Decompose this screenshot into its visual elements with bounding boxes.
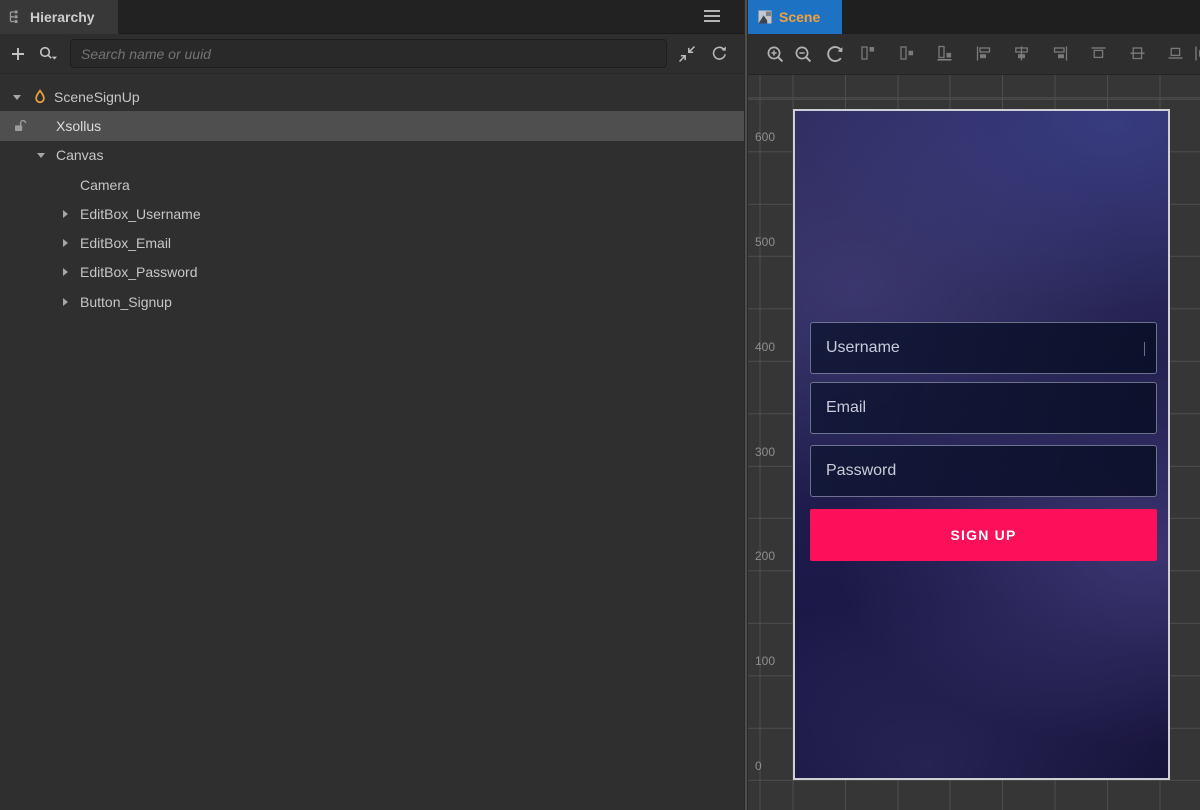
tree-node-editbox_username[interactable]: EditBox_Username bbox=[0, 199, 744, 228]
tree-node-xsollus[interactable]: Xsollus bbox=[0, 111, 744, 140]
expand-arrow-icon[interactable] bbox=[60, 207, 80, 221]
zoom-in-icon[interactable] bbox=[766, 45, 785, 69]
ruler-label-200: 200 bbox=[755, 549, 775, 563]
align-bottom-icon[interactable] bbox=[936, 45, 953, 67]
tree-node-label: EditBox_Username bbox=[80, 206, 201, 222]
align-vcenter-icon[interactable] bbox=[898, 45, 915, 67]
add-node-icon[interactable] bbox=[6, 46, 30, 62]
hierarchy-tab-label: Hierarchy bbox=[30, 9, 95, 25]
password-placeholder-text: Password bbox=[826, 462, 896, 480]
editbox-password[interactable]: Password bbox=[810, 445, 1157, 497]
tree-node-button_signup[interactable]: Button_Signup bbox=[0, 287, 744, 316]
tree-node-label: Canvas bbox=[56, 147, 103, 163]
tree-node-label: EditBox_Email bbox=[80, 235, 171, 251]
email-placeholder-text: Email bbox=[826, 399, 866, 417]
expand-arrow-icon[interactable] bbox=[60, 236, 80, 250]
collapse-all-icon[interactable] bbox=[674, 45, 700, 63]
signup-button[interactable]: SIGN UP bbox=[810, 509, 1157, 561]
expand-arrow-icon[interactable] bbox=[60, 295, 80, 309]
ruler-label-500: 500 bbox=[755, 235, 775, 249]
align-right-icon[interactable] bbox=[1052, 45, 1069, 67]
distribute-vcenter-icon[interactable] bbox=[1129, 45, 1146, 67]
expand-arrow-icon[interactable] bbox=[60, 265, 80, 279]
scene-viewport[interactable]: 600 500 400 300 200 100 0 Username Email Passw… bbox=[748, 75, 1200, 810]
expand-arrow-icon[interactable] bbox=[12, 90, 32, 104]
distribute-top-icon[interactable] bbox=[1090, 45, 1107, 67]
align-hcenter-icon[interactable] bbox=[1013, 45, 1030, 67]
arrow-spacer bbox=[36, 119, 56, 133]
tree-node-editbox_email[interactable]: EditBox_Email bbox=[0, 228, 744, 257]
tree-node-label: SceneSignUp bbox=[54, 89, 140, 105]
editor-window: Hierarchy SceneSignUp Xsollus Canvas Camera… bbox=[0, 0, 1200, 810]
username-placeholder-text: Username bbox=[826, 339, 900, 357]
hierarchy-search-row bbox=[0, 34, 744, 74]
design-canvas[interactable]: Username Email Password SIGN UP bbox=[793, 109, 1170, 780]
scene-image-icon bbox=[758, 10, 772, 24]
text-caret bbox=[1144, 342, 1146, 356]
search-filter-icon[interactable] bbox=[34, 45, 62, 62]
tree-node-label: Button_Signup bbox=[80, 294, 172, 310]
tree-node-label: Camera bbox=[80, 177, 130, 193]
ruler-label-400: 400 bbox=[755, 340, 775, 354]
tree-node-camera[interactable]: Camera bbox=[0, 170, 744, 199]
hierarchy-tree-icon bbox=[8, 10, 23, 24]
tab-hierarchy[interactable]: Hierarchy bbox=[0, 0, 118, 34]
ruler-label-600: 600 bbox=[755, 130, 775, 144]
reset-view-icon[interactable] bbox=[826, 45, 845, 69]
scene-panel: Scene 600 500 400 300 200 100 0 Username Email… bbox=[748, 0, 1200, 810]
tree-node-canvas[interactable]: Canvas bbox=[0, 141, 744, 170]
scene-toolbar bbox=[748, 34, 1200, 75]
ruler-label-300: 300 bbox=[755, 445, 775, 459]
hierarchy-panel: Hierarchy SceneSignUp Xsollus Canvas Camera… bbox=[0, 0, 744, 810]
search-input[interactable] bbox=[70, 39, 667, 68]
tree-node-label: Xsollus bbox=[56, 118, 101, 134]
hierarchy-tabbar: Hierarchy bbox=[0, 0, 744, 34]
editbox-email[interactable]: Email bbox=[810, 382, 1157, 434]
align-left-icon[interactable] bbox=[975, 45, 992, 67]
align-top-icon[interactable] bbox=[859, 45, 876, 67]
expand-arrow-icon[interactable] bbox=[36, 148, 56, 162]
tab-scene[interactable]: Scene bbox=[748, 0, 842, 34]
tree-node-scenesignup[interactable]: SceneSignUp bbox=[0, 82, 744, 111]
tree-node-editbox_password[interactable]: EditBox_Password bbox=[0, 258, 744, 287]
distribute-left-icon[interactable] bbox=[1193, 45, 1200, 67]
hierarchy-tree: SceneSignUp Xsollus Canvas Camera EditBox_Us… bbox=[0, 74, 744, 316]
panel-menu-icon[interactable] bbox=[704, 10, 720, 23]
refresh-icon[interactable] bbox=[706, 45, 732, 62]
arrow-spacer bbox=[60, 178, 80, 192]
zoom-out-icon[interactable] bbox=[794, 45, 813, 69]
scene-flame-icon bbox=[32, 89, 54, 105]
editbox-username[interactable]: Username bbox=[810, 322, 1157, 374]
scene-tab-label: Scene bbox=[779, 9, 820, 25]
scene-tabbar: Scene bbox=[748, 0, 1200, 34]
tree-node-label: EditBox_Password bbox=[80, 264, 198, 280]
distribute-bottom-icon[interactable] bbox=[1167, 45, 1184, 67]
lock-open-icon[interactable] bbox=[13, 119, 27, 136]
ruler-label-0: 0 bbox=[755, 759, 762, 773]
ruler-label-100: 100 bbox=[755, 654, 775, 668]
